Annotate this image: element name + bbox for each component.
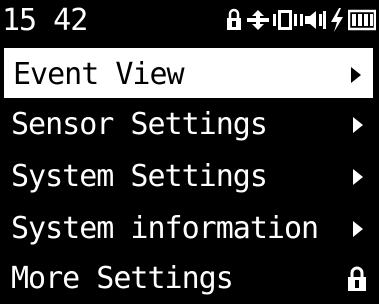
speaker-icon [300,11,326,29]
menu-item-label: System Settings [11,159,268,194]
arrow-right-icon [353,117,363,133]
arrow-right-icon [353,221,363,237]
lightning-icon [331,8,343,32]
menu-item-label: System information [11,211,319,246]
vibrate-icon [273,10,297,30]
menu-item-label: Sensor Settings [11,107,268,142]
main-menu: Event View Sensor Settings System Settin… [0,44,379,304]
menu-item-system-information[interactable]: System information [4,204,373,254]
menu-item-label: Event View [13,57,185,92]
battery-icon [348,9,376,31]
menu-item-more-settings[interactable]: More Settings [4,254,373,304]
menu-item-label: More Settings [11,261,234,296]
arrow-right-icon [353,169,363,185]
lock-icon [227,8,241,30]
clock: 15 42 [2,3,88,38]
arrow-right-icon [351,67,361,83]
menu-item-sensor-settings[interactable]: Sensor Settings [4,100,373,150]
menu-item-system-settings[interactable]: System Settings [4,152,373,202]
status-bar: 15 42 [0,0,379,44]
menu-item-event-view[interactable]: Event View [4,48,373,98]
lock-icon [348,266,366,291]
sync-arrows-icon [247,10,269,30]
